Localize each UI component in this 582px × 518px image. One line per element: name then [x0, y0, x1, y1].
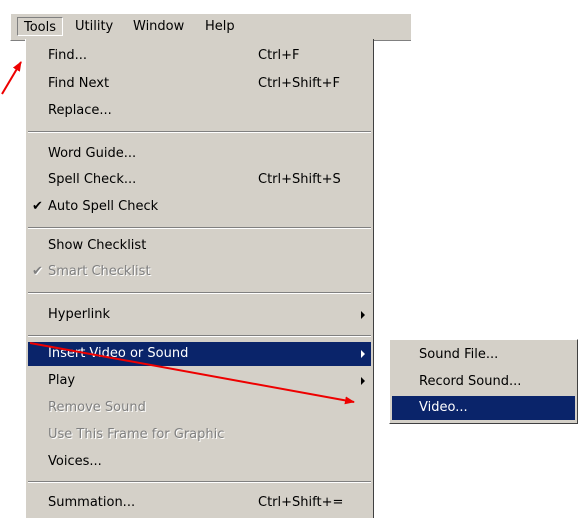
annotation-arrow-to-video: [29, 342, 355, 405]
annotation-arrow-to-tools: [1, 61, 22, 95]
annotation-overlay: [1, 61, 355, 405]
